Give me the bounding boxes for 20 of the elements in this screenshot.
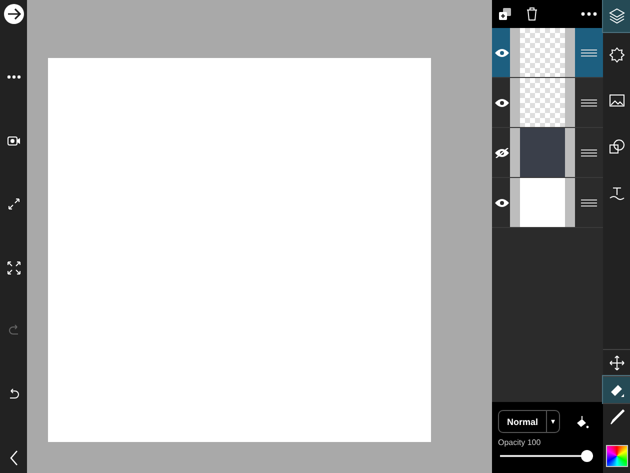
duplicate-layer-button[interactable] [498, 7, 512, 21]
forward-icon[interactable] [2, 3, 24, 25]
layer-thumbnail [520, 178, 565, 227]
photo-placeholder [520, 128, 565, 177]
layer-row[interactable] [492, 78, 603, 128]
layer-row[interactable] [492, 128, 603, 178]
eraser-tool-icon[interactable] [603, 376, 630, 403]
layer-thumbnail [520, 78, 565, 127]
more-button[interactable] [581, 12, 597, 16]
fill-bucket-icon[interactable] [575, 414, 589, 428]
color-wheel-icon[interactable] [606, 445, 628, 467]
slider-thumb[interactable] [581, 450, 593, 462]
blend-mode-dropdown[interactable]: Normal ▾ [498, 410, 560, 433]
opacity-label: Opacity 100 [498, 438, 542, 447]
delete-layer-button[interactable] [526, 7, 538, 21]
blend-mode-label: Normal [506, 416, 540, 426]
layer-thumbnail [520, 28, 565, 77]
layer-row[interactable] [492, 178, 603, 228]
layers-tool-icon[interactable] [603, 0, 630, 32]
layer-row[interactable] [492, 28, 603, 78]
